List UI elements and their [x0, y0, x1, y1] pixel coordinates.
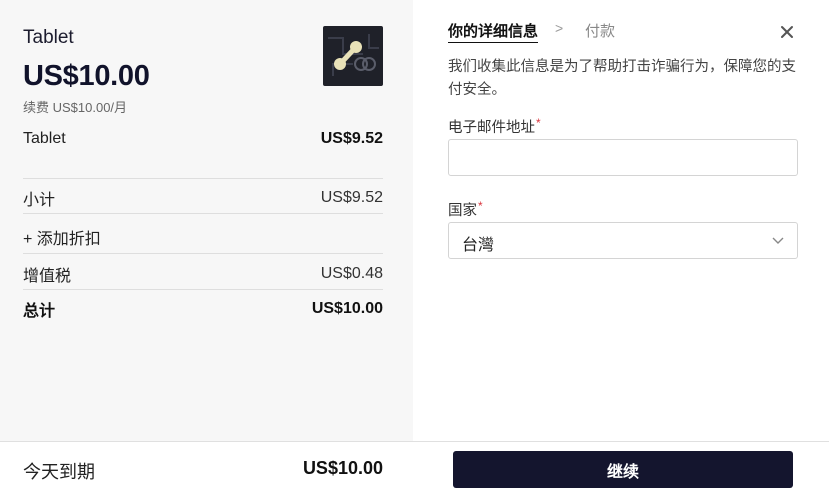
- product-thumbnail: [323, 26, 383, 86]
- total-row: 总计 US$10.00: [23, 297, 383, 321]
- tax-amount: US$0.48: [320, 265, 383, 282]
- country-select[interactable]: 台灣: [448, 222, 798, 259]
- step-your-details[interactable]: 你的详细信息: [448, 20, 539, 43]
- line-item-row: Tablet US$9.52: [23, 130, 383, 148]
- checkout-footer: 今天到期 US$10.00 继续: [0, 441, 829, 494]
- due-today-label: 今天到期: [23, 462, 95, 482]
- required-mark: *: [536, 116, 541, 130]
- divider: [23, 253, 383, 254]
- email-label-text: 电子邮件地址: [448, 120, 535, 136]
- email-label: 电子邮件地址*: [448, 116, 541, 137]
- subtotal-amount: US$9.52: [320, 189, 383, 206]
- line-item-label: Tablet: [23, 130, 66, 147]
- divider: [23, 289, 383, 290]
- form-intro-text: 我们收集此信息是为了帮助打击诈骗行为，保障您的支付安全。: [448, 59, 796, 98]
- step-payment[interactable]: 付款: [585, 20, 615, 41]
- country-label: 国家*: [448, 199, 483, 220]
- country-label-text: 国家: [448, 203, 477, 219]
- subtotal-label: 小计: [23, 192, 56, 209]
- due-today-amount: US$10.00: [302, 458, 383, 478]
- tax-row: 增值税 US$0.48: [23, 262, 383, 286]
- breadcrumb-separator: >: [555, 20, 564, 36]
- line-item-amount: US$9.52: [320, 130, 383, 147]
- email-field[interactable]: [459, 140, 793, 175]
- continue-button[interactable]: 继续: [453, 451, 793, 488]
- total-amount: US$10.00: [311, 300, 383, 317]
- required-mark: *: [478, 199, 483, 213]
- close-icon[interactable]: [778, 23, 796, 41]
- tax-label: 增值税: [23, 268, 72, 285]
- country-selected-value: 台灣: [462, 237, 495, 254]
- subtotal-row: 小计 US$9.52: [23, 186, 383, 210]
- product-price: US$10.00: [23, 60, 150, 92]
- chevron-down-icon: [772, 237, 784, 244]
- divider: [23, 213, 383, 214]
- divider: [23, 178, 383, 179]
- email-field-wrapper: [448, 139, 798, 176]
- add-discount-link[interactable]: + 添加折扣: [23, 225, 101, 249]
- total-label: 总计: [23, 303, 56, 320]
- link-icon: [328, 34, 379, 76]
- renewal-price: 续费 US$10.00/月: [23, 100, 128, 115]
- order-summary-panel: Tablet US$10.00 续费 US$10.00/月 Tablet US$…: [0, 0, 413, 441]
- product-name: Tablet: [23, 27, 74, 48]
